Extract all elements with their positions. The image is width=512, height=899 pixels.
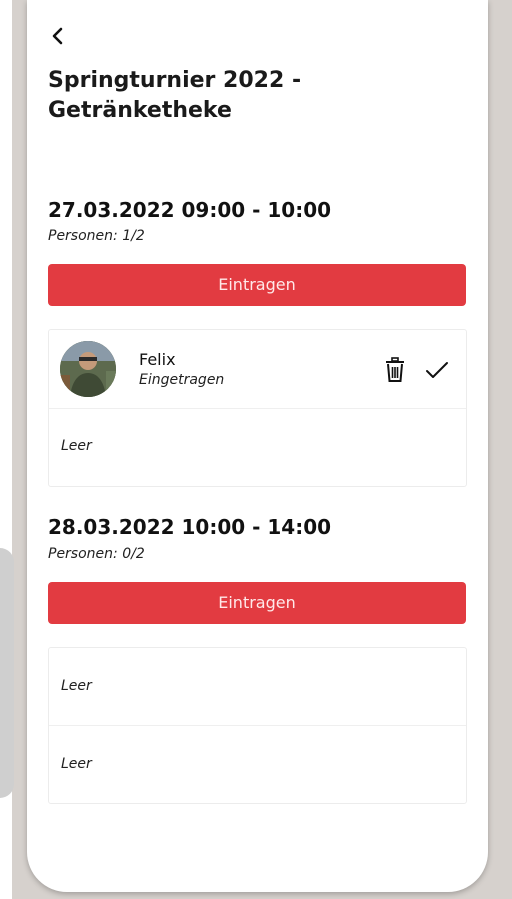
register-button[interactable]: Eintragen [48, 582, 466, 624]
slot-time: 28.03.2022 10:00 - 14:00 [48, 515, 332, 539]
side-handle [0, 548, 14, 798]
empty-slot-label: Leer [61, 756, 92, 772]
slot-persons-count: Personen: 1/2 [48, 228, 145, 244]
avatar [60, 341, 116, 397]
person-status: Eingetragen [139, 372, 225, 388]
empty-slot-label: Leer [61, 678, 92, 694]
chevron-left-icon [52, 27, 63, 45]
slot-entries-list: Leer Leer [48, 647, 467, 804]
list-item: Leer [49, 648, 466, 726]
list-item: Felix Eingetragen [49, 330, 466, 409]
confirm-button[interactable] [425, 360, 449, 380]
delete-button[interactable] [384, 357, 406, 383]
slot-entries-list: Felix Eingetragen Leer [48, 329, 467, 487]
back-button[interactable] [47, 22, 69, 50]
avatar-image [60, 341, 116, 397]
slot-persons-count: Personen: 0/2 [48, 546, 145, 562]
app-screen: Springturnier 2022 - Getränketheke 27.03… [27, 0, 488, 892]
list-item: Leer [49, 409, 466, 486]
list-item: Leer [49, 726, 466, 803]
checkmark-icon [426, 362, 448, 378]
page-title: Springturnier 2022 - Getränketheke [48, 68, 302, 123]
slot-time: 27.03.2022 09:00 - 10:00 [48, 198, 332, 222]
register-button[interactable]: Eintragen [48, 264, 466, 306]
trash-icon [386, 357, 404, 382]
person-name: Felix [139, 350, 176, 369]
empty-slot-label: Leer [61, 438, 92, 454]
